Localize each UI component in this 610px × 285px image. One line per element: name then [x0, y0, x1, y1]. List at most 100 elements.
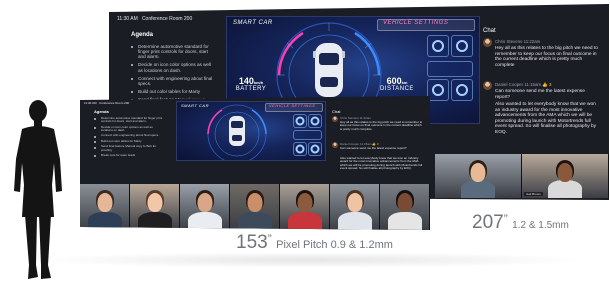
- temperature-slider[interactable]: [427, 61, 473, 77]
- agenda-item: Build out color tables for Marty: [131, 89, 213, 94]
- message-text: Can someone send me the latest expense r…: [340, 146, 407, 150]
- agenda-list: Determine automotive standard for finger…: [94, 116, 164, 159]
- fan-control-button[interactable]: [293, 114, 307, 128]
- spec-207: 207” 1.2 & 1.5mm: [472, 212, 569, 233]
- participant-face: [147, 193, 162, 212]
- agenda-item: Connect with engineering about final spe…: [131, 76, 213, 86]
- participant-face: [247, 193, 262, 212]
- participant-face: [97, 193, 112, 212]
- participant-video-tile[interactable]: [435, 154, 522, 198]
- meeting-header: 11:30 AM Conference Room 200: [84, 101, 129, 105]
- distance-value: 600: [386, 76, 402, 86]
- participant-shoulders: [237, 212, 272, 230]
- chat-message: Daniel Cooper 11:15am 👍 3 Can someone se…: [483, 81, 601, 101]
- tab-smart-car[interactable]: SMART CAR: [233, 20, 273, 26]
- meeting-room: Conference Room 200: [98, 101, 130, 105]
- participant-shoulders: [461, 180, 495, 198]
- message-time: 11:15am: [524, 82, 542, 87]
- message-text: Also wanted to let everybody know that w…: [495, 102, 597, 135]
- spec-207-text: 1.2 & 1.5mm: [512, 220, 569, 231]
- meeting-time: 11:30 AM: [84, 101, 97, 105]
- light-control-button[interactable]: [308, 142, 322, 156]
- tab-vehicle-settings[interactable]: VEHICLE SETTINGS: [269, 103, 315, 108]
- temperature-slider[interactable]: [293, 130, 322, 140]
- participant-video-tile[interactable]: [330, 184, 380, 230]
- meeting-header: 11:30 AM Conference Room 200: [117, 16, 192, 22]
- spec-153-size: 153: [236, 232, 268, 253]
- fan-control-button[interactable]: [427, 35, 449, 57]
- chat-message: Chris Stevens 11:22am Hey all as this re…: [332, 116, 426, 141]
- seat-control-button[interactable]: [427, 79, 449, 101]
- message-meta: Chris Stevens 11:22am: [495, 39, 540, 44]
- message-sender: Daniel Cooper: [495, 82, 524, 87]
- avatar: [483, 81, 492, 90]
- message-time: 11:22am: [523, 39, 541, 44]
- message-text: Hey all as this relates to the big pitch…: [340, 120, 423, 131]
- agenda-item: Send final feature Manual copy to Bob fo…: [94, 145, 164, 152]
- agenda-item: Build out color tables for Marty: [94, 139, 164, 144]
- agenda-item: Break outs for team leads: [94, 153, 164, 158]
- participant-video-tile[interactable]: [280, 184, 330, 230]
- spec-207-size: 207: [472, 212, 504, 233]
- participant-video-tile[interactable]: [380, 184, 430, 230]
- spec-153: 153” Pixel Pitch 0.9 & 1.2mm: [236, 232, 393, 253]
- agenda-item: Connect with engineering about final spe…: [94, 134, 164, 139]
- participant-video-strip: Gail Brown: [435, 154, 609, 198]
- participant-video-strip: [80, 184, 430, 230]
- tab-vehicle-settings[interactable]: VEHICLE SETTINGS: [383, 20, 448, 26]
- floor-shadow: [30, 252, 590, 268]
- tab-smart-car[interactable]: SMART CAR: [181, 103, 209, 108]
- message-meta: Daniel Cooper 11:15am 👍 3: [495, 82, 551, 88]
- distance-unit: km: [401, 80, 408, 85]
- chat-title: Chat: [332, 109, 341, 114]
- car-dashboard[interactable]: SMART CAR VEHICLE SETTINGS: [176, 101, 326, 161]
- avatar: [332, 142, 338, 148]
- participant-face: [297, 193, 312, 212]
- agenda-item: Decide on icon color options as well as …: [94, 125, 164, 133]
- meeting-time: 11:30 AM: [117, 16, 138, 22]
- participant-name: Gail Brown: [524, 192, 543, 196]
- participant-video-tile[interactable]: [180, 184, 230, 230]
- battery-stat: 140km/h BATTERY: [231, 76, 271, 93]
- battery-unit: km/h: [253, 80, 264, 85]
- person-silhouette: [14, 100, 62, 279]
- participant-shoulders: [137, 212, 172, 230]
- chat-message: Also wanted to let everybody know that w…: [332, 156, 426, 183]
- spec-153-text: Pixel Pitch 0.9 & 1.2mm: [276, 239, 393, 251]
- message-text: Hey all as this relates to the big pitch…: [495, 46, 598, 68]
- message-sender: Chris Stevens: [495, 39, 523, 44]
- distance-label: DISTANCE: [380, 86, 414, 92]
- participant-video-tile[interactable]: [80, 184, 130, 230]
- participant-shoulders: [187, 212, 222, 230]
- climate-control-button[interactable]: [451, 35, 473, 57]
- chat-message: Also wanted to let everybody know that w…: [483, 102, 601, 156]
- participant-face: [197, 193, 212, 212]
- display-153: 11:30 AM Conference Room 200 Agenda Dete…: [80, 96, 430, 230]
- participant-face: [397, 193, 412, 212]
- chat-message: Daniel Cooper 11:15am 👍 3 Can someone se…: [332, 142, 426, 156]
- avatar: [483, 38, 492, 47]
- avatar: [332, 116, 338, 122]
- participant-video-tile[interactable]: [130, 184, 180, 230]
- agenda-item: Determine automotive standard for finger…: [131, 44, 213, 59]
- climate-control-button[interactable]: [308, 114, 322, 128]
- light-control-button[interactable]: [451, 79, 473, 101]
- battery-value: 140: [238, 76, 254, 86]
- thumbs-up-reaction[interactable]: 👍 3: [542, 82, 551, 87]
- agenda-item: Determine automotive standard for finger…: [94, 116, 164, 124]
- participant-shoulders: [387, 212, 422, 230]
- participant-video-tile[interactable]: Gail Brown: [522, 154, 609, 198]
- participant-video-tile[interactable]: [230, 184, 280, 230]
- agenda-title: Agenda: [131, 32, 154, 38]
- participant-face: [557, 163, 573, 182]
- chat-title: Chat: [483, 28, 496, 34]
- distance-stat: 600km DISTANCE: [377, 76, 417, 93]
- seat-control-button[interactable]: [293, 142, 307, 156]
- participant-shoulders: [548, 180, 582, 198]
- participant-face: [347, 193, 362, 212]
- participant-shoulders: [287, 212, 322, 230]
- chat-message: Chris Stevens 11:22am Hey all as this re…: [483, 38, 601, 78]
- message-text: Can someone send me the latest expense r…: [495, 89, 585, 100]
- participant-shoulders: [87, 212, 122, 230]
- participant-shoulders: [337, 212, 372, 230]
